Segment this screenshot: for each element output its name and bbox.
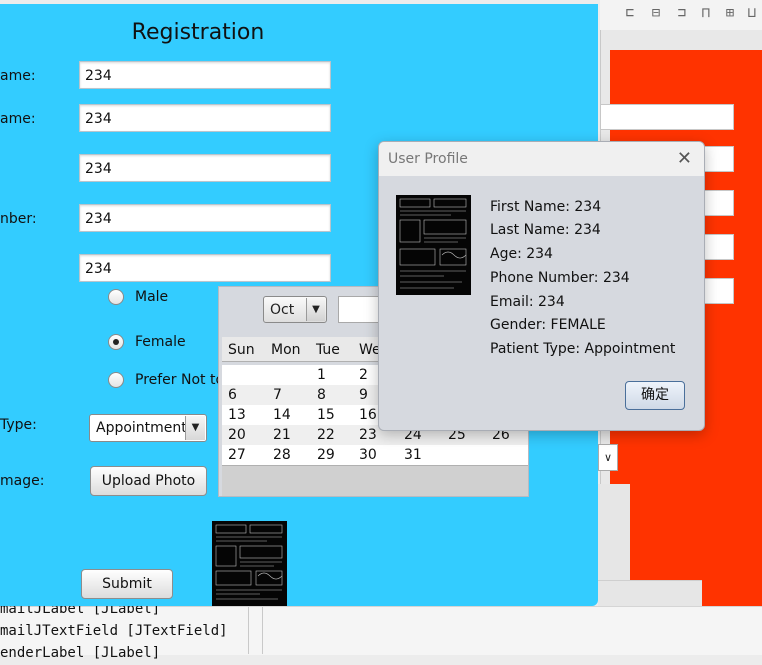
calendar-day[interactable]: 14: [273, 407, 291, 423]
profile-phone: Phone Number: 234: [490, 270, 630, 286]
profile-last-name: Last Name: 234: [490, 222, 601, 238]
radio-label: Prefer Not to: [135, 372, 225, 388]
age-field[interactable]: 234: [79, 154, 331, 182]
weekday-label: Mon: [271, 342, 301, 358]
patient-type-value: Appointment: [96, 420, 187, 436]
chevron-down-icon[interactable]: ▼: [306, 298, 325, 321]
calendar-day[interactable]: 27: [228, 447, 246, 463]
profile-gender: Gender: FEMALE: [490, 317, 606, 333]
calendar-day[interactable]: 16: [359, 407, 377, 423]
calendar-day[interactable]: 2: [359, 367, 368, 383]
calendar-day[interactable]: 15: [317, 407, 335, 423]
ide-component-tree: mailJLabel [JLabel] mailJTextField [JTex…: [0, 601, 762, 661]
align-middle-icon[interactable]: ⊞: [722, 5, 738, 21]
email-field[interactable]: 234: [79, 254, 331, 282]
align-right-icon[interactable]: ⊐: [674, 5, 690, 21]
profile-photo: [396, 195, 471, 295]
radio-label: Male: [135, 289, 169, 305]
month-select[interactable]: Oct ▼: [263, 296, 327, 323]
calendar-footer: [222, 465, 528, 496]
first-name-label: ame:: [0, 68, 36, 84]
image-label: mage:: [0, 473, 45, 489]
first-name-field[interactable]: 234: [79, 61, 331, 89]
chevron-down-icon[interactable]: ▼: [185, 416, 205, 440]
page-title: Registration: [131, 20, 265, 45]
patient-type-select[interactable]: Appointment ▼: [89, 414, 207, 442]
profile-first-name: First Name: 234: [490, 199, 602, 215]
last-name-field[interactable]: 234: [79, 104, 331, 132]
calendar-week-row: 27 28 29 30 31: [222, 445, 528, 465]
preview-photo-area: [598, 484, 630, 580]
ok-button[interactable]: 确定: [625, 381, 685, 410]
dialog-title-bar[interactable]: User Profile ✕: [379, 142, 704, 176]
profile-email: Email: 234: [490, 294, 565, 310]
calendar-day[interactable]: 22: [317, 427, 335, 443]
phone-field[interactable]: 234: [79, 204, 331, 232]
uploaded-photo-thumbnail: [212, 521, 287, 606]
upload-photo-button[interactable]: Upload Photo: [90, 466, 207, 496]
calendar-day[interactable]: 8: [317, 387, 326, 403]
preview-field: [600, 104, 734, 130]
tree-item[interactable]: mailJTextField [JTextField]: [0, 623, 228, 643]
preview-combo-arrow-icon: ∨: [598, 444, 618, 471]
phone-label: nber:: [0, 211, 37, 227]
radio-button[interactable]: [108, 289, 124, 305]
photo-image: [396, 195, 471, 295]
calendar-day[interactable]: 1: [317, 367, 326, 383]
calendar-day[interactable]: 6: [228, 387, 237, 403]
weekday-label: Sun: [228, 342, 255, 358]
profile-age: Age: 234: [490, 246, 553, 262]
calendar-day[interactable]: 13: [228, 407, 246, 423]
photo-image: [212, 521, 287, 606]
dialog-title: User Profile: [388, 151, 468, 167]
weekday-label: Tue: [316, 342, 340, 358]
calendar-day[interactable]: 23: [359, 427, 377, 443]
align-bottom-icon[interactable]: ⊔: [744, 5, 760, 21]
calendar-day[interactable]: 21: [273, 427, 291, 443]
divider: [248, 607, 249, 654]
calendar-day[interactable]: 28: [273, 447, 291, 463]
calendar-day[interactable]: 7: [273, 387, 282, 403]
ide-toolbar: ⊏ ⊟ ⊐ ⊓ ⊞ ⊔: [600, 0, 762, 31]
calendar-day[interactable]: 29: [317, 447, 335, 463]
month-value: Oct: [270, 302, 295, 318]
divider: [262, 607, 263, 654]
align-left-icon[interactable]: ⊏: [622, 5, 638, 21]
profile-patient-type: Patient Type: Appointment: [490, 341, 676, 357]
patient-type-label: Type:: [0, 417, 37, 433]
last-name-label: ame:: [0, 111, 36, 127]
user-profile-dialog: User Profile ✕ First Name: 234 Last Name…: [378, 141, 705, 431]
submit-button[interactable]: Submit: [81, 569, 173, 599]
align-center-icon[interactable]: ⊟: [648, 5, 664, 21]
close-icon[interactable]: ✕: [677, 148, 692, 169]
radio-label: Female: [135, 334, 186, 350]
align-top-icon[interactable]: ⊓: [698, 5, 714, 21]
radio-button[interactable]: [108, 372, 124, 388]
tree-item[interactable]: enderLabel [JLabel]: [0, 645, 160, 665]
calendar-day[interactable]: 9: [359, 387, 368, 403]
calendar-day[interactable]: 30: [359, 447, 377, 463]
calendar-day[interactable]: 31: [404, 447, 422, 463]
radio-button[interactable]: [108, 334, 124, 350]
calendar-day[interactable]: 20: [228, 427, 246, 443]
